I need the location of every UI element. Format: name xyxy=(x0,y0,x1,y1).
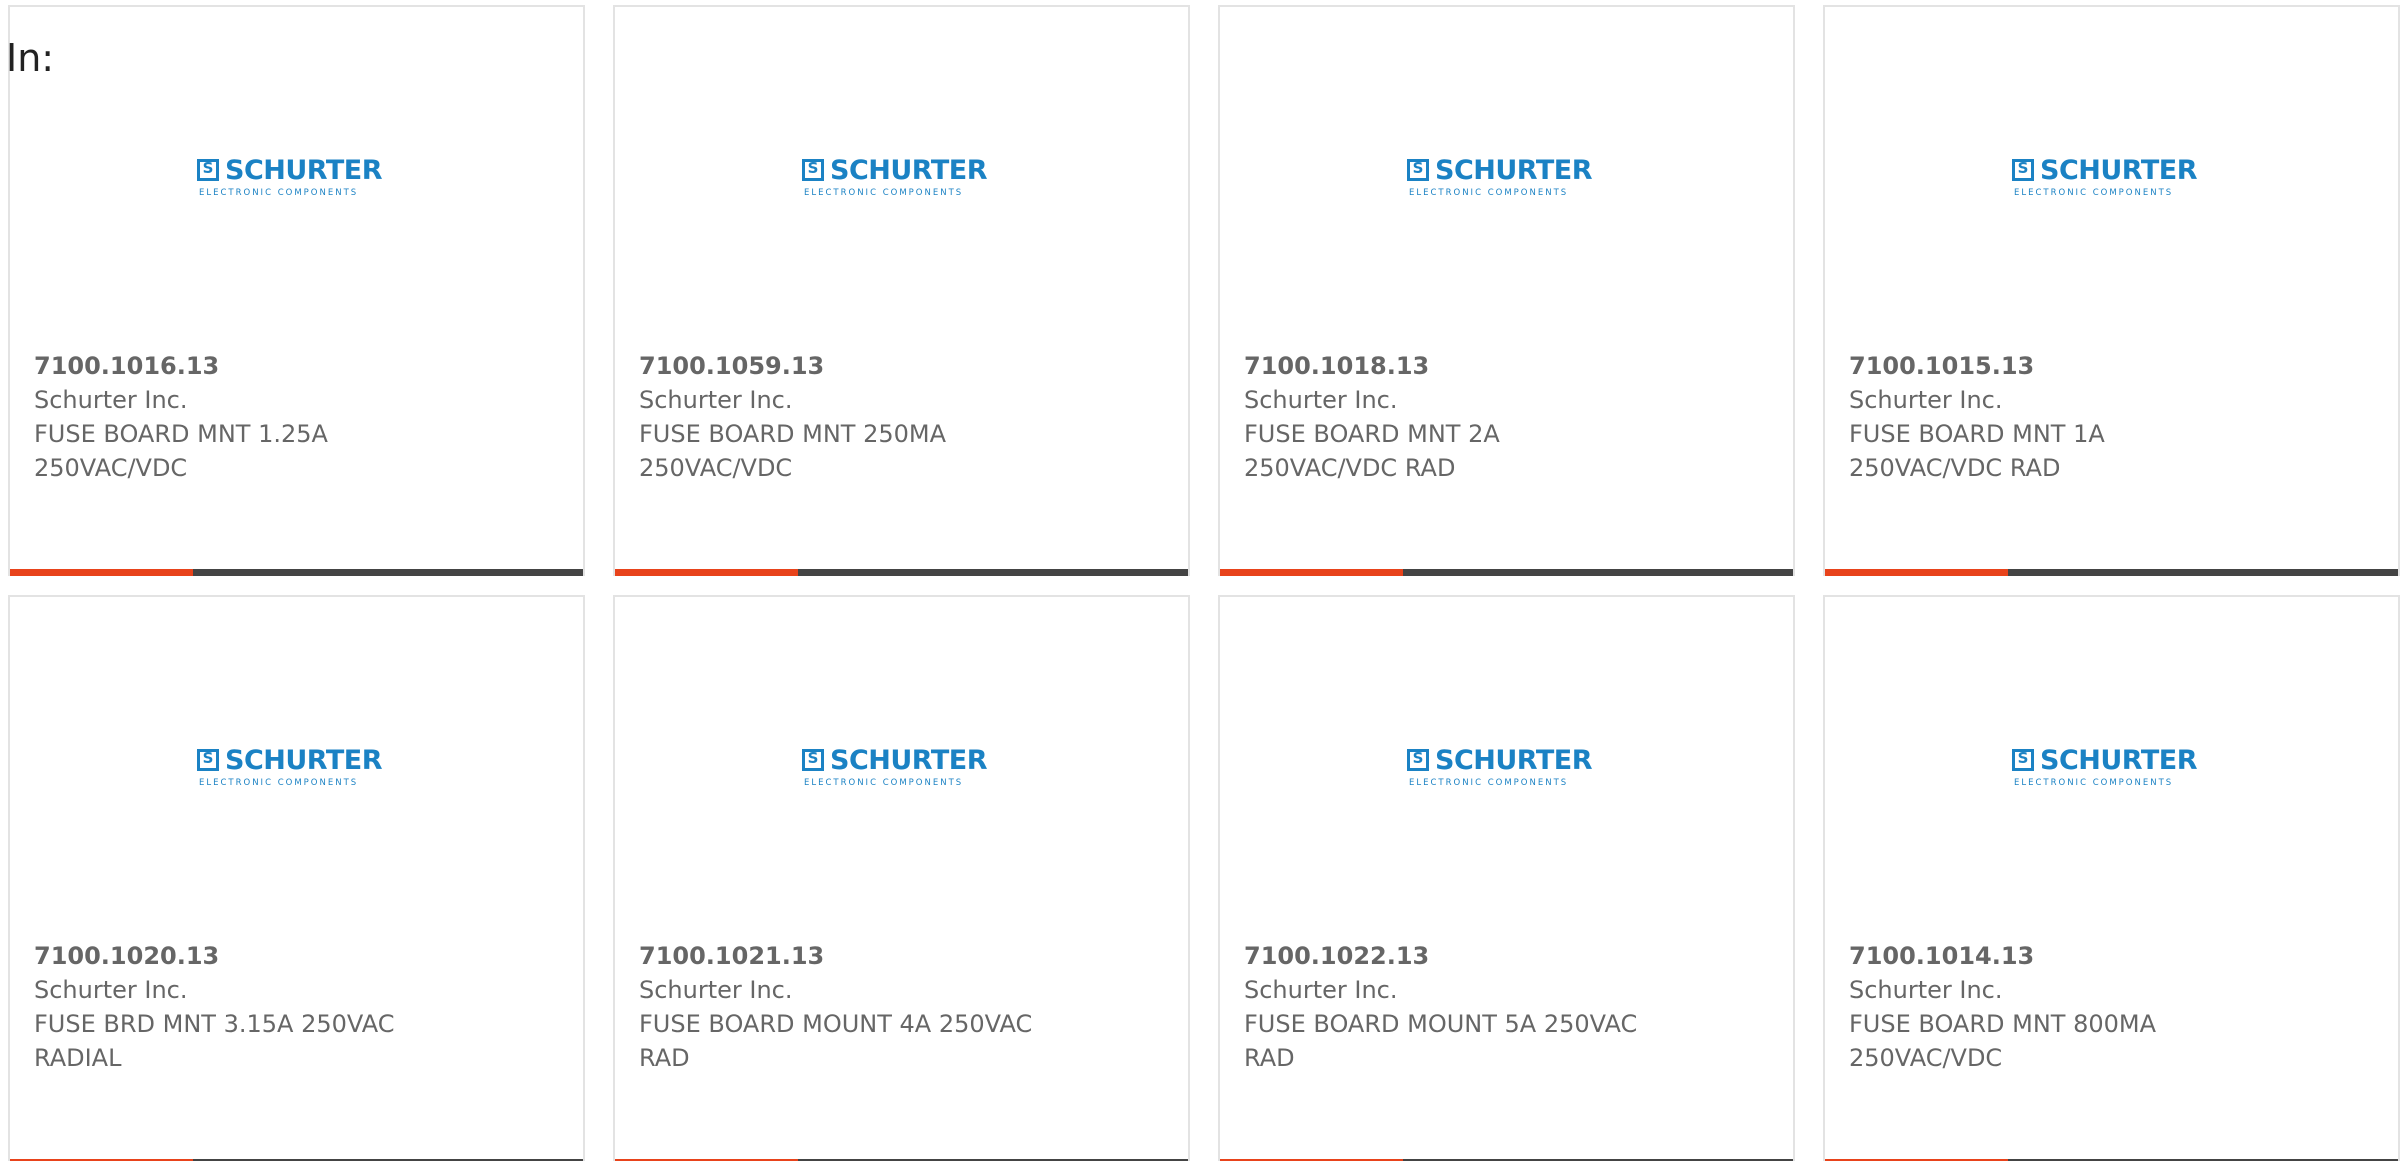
product-card[interactable]: S SCHURTER ELECTRONIC COMPONENTS 7100.10… xyxy=(1218,595,1795,1161)
manufacturer-name: Schurter Inc. xyxy=(1849,386,2003,414)
product-card[interactable]: S SCHURTER ELECTRONIC COMPONENTS 7100.10… xyxy=(8,595,585,1161)
manufacturer-logo: S SCHURTER ELECTRONIC COMPONENTS xyxy=(802,745,1004,793)
search-prefix-label: In: xyxy=(6,36,55,80)
manufacturer-name: Schurter Inc. xyxy=(34,386,188,414)
manufacturer-name: Schurter Inc. xyxy=(1849,976,2003,1004)
logo-tagline: ELECTRONIC COMPONENTS xyxy=(2014,188,2174,198)
schurter-mark-icon: S xyxy=(802,749,824,771)
manufacturer-name: Schurter Inc. xyxy=(639,386,793,414)
product-info: 7100.1059.13 Schurter Inc. FUSE BOARD MN… xyxy=(639,349,1159,485)
product-card[interactable]: S SCHURTER ELECTRONIC COMPONENTS 7100.10… xyxy=(613,595,1190,1161)
product-card[interactable]: S SCHURTER ELECTRONIC COMPONENTS 7100.10… xyxy=(1218,5,1795,576)
manufacturer-name: Schurter Inc. xyxy=(639,976,793,1004)
manufacturer-name: Schurter Inc. xyxy=(1244,386,1398,414)
product-description-line-2: 250VAC/VDC RAD xyxy=(1244,454,1456,482)
logo-brand-name: SCHURTER xyxy=(830,155,988,186)
product-description-line-2: RAD xyxy=(1244,1044,1295,1072)
manufacturer-name: Schurter Inc. xyxy=(1244,976,1398,1004)
manufacturer-logo: S SCHURTER ELECTRONIC COMPONENTS xyxy=(2012,745,2214,793)
product-description-line-2: 250VAC/VDC RAD xyxy=(1849,454,2061,482)
product-info: 7100.1016.13 Schurter Inc. FUSE BOARD MN… xyxy=(34,349,554,485)
card-accent-bar xyxy=(1220,569,1403,576)
logo-brand-name: SCHURTER xyxy=(2040,745,2198,776)
part-number-link[interactable]: 7100.1021.13 xyxy=(639,939,1159,973)
card-bottom-bar xyxy=(615,569,1188,576)
part-number-link[interactable]: 7100.1020.13 xyxy=(34,939,554,973)
card-accent-bar xyxy=(1825,569,2008,576)
schurter-mark-icon: S xyxy=(2012,159,2034,181)
logo-tagline: ELECTRONIC COMPONENTS xyxy=(804,778,964,788)
product-info: 7100.1015.13 Schurter Inc. FUSE BOARD MN… xyxy=(1849,349,2369,485)
product-description-line-2: 250VAC/VDC xyxy=(34,454,188,482)
logo-brand-name: SCHURTER xyxy=(830,745,988,776)
card-bottom-bar xyxy=(1825,569,2398,576)
part-number-link[interactable]: 7100.1016.13 xyxy=(34,349,554,383)
product-description-line-1: FUSE BOARD MNT 1A xyxy=(1849,420,2105,448)
product-description-line-2: RADIAL xyxy=(34,1044,122,1072)
card-bottom-bar xyxy=(10,569,583,576)
logo-brand-name: SCHURTER xyxy=(225,155,383,186)
part-number-link[interactable]: 7100.1015.13 xyxy=(1849,349,2369,383)
manufacturer-logo: S SCHURTER ELECTRONIC COMPONENTS xyxy=(197,155,399,203)
logo-tagline: ELECTRONIC COMPONENTS xyxy=(199,188,359,198)
logo-brand-name: SCHURTER xyxy=(1435,745,1593,776)
product-info: 7100.1021.13 Schurter Inc. FUSE BOARD MO… xyxy=(639,939,1159,1075)
product-description-line-1: FUSE BOARD MNT 2A xyxy=(1244,420,1500,448)
card-bottom-bar xyxy=(1220,569,1793,576)
logo-brand-name: SCHURTER xyxy=(225,745,383,776)
manufacturer-logo: S SCHURTER ELECTRONIC COMPONENTS xyxy=(802,155,1004,203)
product-grid: S SCHURTER ELECTRONIC COMPONENTS 7100.10… xyxy=(8,5,2400,1161)
product-description-line-1: FUSE BOARD MNT 250MA xyxy=(639,420,946,448)
product-description-line-2: 250VAC/VDC xyxy=(639,454,793,482)
product-info: 7100.1022.13 Schurter Inc. FUSE BOARD MO… xyxy=(1244,939,1764,1075)
part-number-link[interactable]: 7100.1014.13 xyxy=(1849,939,2369,973)
product-description-line-2: 250VAC/VDC xyxy=(1849,1044,2003,1072)
product-description-line-1: FUSE BOARD MNT 1.25A xyxy=(34,420,328,448)
manufacturer-logo: S SCHURTER ELECTRONIC COMPONENTS xyxy=(197,745,399,793)
manufacturer-logo: S SCHURTER ELECTRONIC COMPONENTS xyxy=(2012,155,2214,203)
logo-tagline: ELECTRONIC COMPONENTS xyxy=(1409,188,1569,198)
card-accent-bar xyxy=(615,569,798,576)
product-card[interactable]: S SCHURTER ELECTRONIC COMPONENTS 7100.10… xyxy=(1823,595,2400,1161)
part-number-link[interactable]: 7100.1018.13 xyxy=(1244,349,1764,383)
card-accent-bar xyxy=(10,569,193,576)
product-description-line-1: FUSE BRD MNT 3.15A 250VAC xyxy=(34,1010,395,1038)
product-description-line-2: RAD xyxy=(639,1044,690,1072)
product-info: 7100.1018.13 Schurter Inc. FUSE BOARD MN… xyxy=(1244,349,1764,485)
manufacturer-name: Schurter Inc. xyxy=(34,976,188,1004)
logo-tagline: ELECTRONIC COMPONENTS xyxy=(1409,778,1569,788)
manufacturer-logo: S SCHURTER ELECTRONIC COMPONENTS xyxy=(1407,745,1609,793)
product-results-page: In: S SCHURTER ELECTRONIC COMPONENTS 710… xyxy=(0,0,2400,1161)
part-number-link[interactable]: 7100.1022.13 xyxy=(1244,939,1764,973)
product-description-line-1: FUSE BOARD MNT 800MA xyxy=(1849,1010,2156,1038)
manufacturer-logo: S SCHURTER ELECTRONIC COMPONENTS xyxy=(1407,155,1609,203)
logo-tagline: ELECTRONIC COMPONENTS xyxy=(199,778,359,788)
product-description-line-1: FUSE BOARD MOUNT 5A 250VAC xyxy=(1244,1010,1638,1038)
product-card[interactable]: S SCHURTER ELECTRONIC COMPONENTS 7100.10… xyxy=(8,5,585,576)
product-card[interactable]: S SCHURTER ELECTRONIC COMPONENTS 7100.10… xyxy=(613,5,1190,576)
schurter-mark-icon: S xyxy=(197,159,219,181)
logo-tagline: ELECTRONIC COMPONENTS xyxy=(2014,778,2174,788)
schurter-mark-icon: S xyxy=(197,749,219,771)
schurter-mark-icon: S xyxy=(1407,159,1429,181)
logo-tagline: ELECTRONIC COMPONENTS xyxy=(804,188,964,198)
schurter-mark-icon: S xyxy=(802,159,824,181)
product-info: 7100.1014.13 Schurter Inc. FUSE BOARD MN… xyxy=(1849,939,2369,1075)
part-number-link[interactable]: 7100.1059.13 xyxy=(639,349,1159,383)
product-info: 7100.1020.13 Schurter Inc. FUSE BRD MNT … xyxy=(34,939,554,1075)
schurter-mark-icon: S xyxy=(1407,749,1429,771)
schurter-mark-icon: S xyxy=(2012,749,2034,771)
product-description-line-1: FUSE BOARD MOUNT 4A 250VAC xyxy=(639,1010,1033,1038)
logo-brand-name: SCHURTER xyxy=(2040,155,2198,186)
logo-brand-name: SCHURTER xyxy=(1435,155,1593,186)
product-card[interactable]: S SCHURTER ELECTRONIC COMPONENTS 7100.10… xyxy=(1823,5,2400,576)
